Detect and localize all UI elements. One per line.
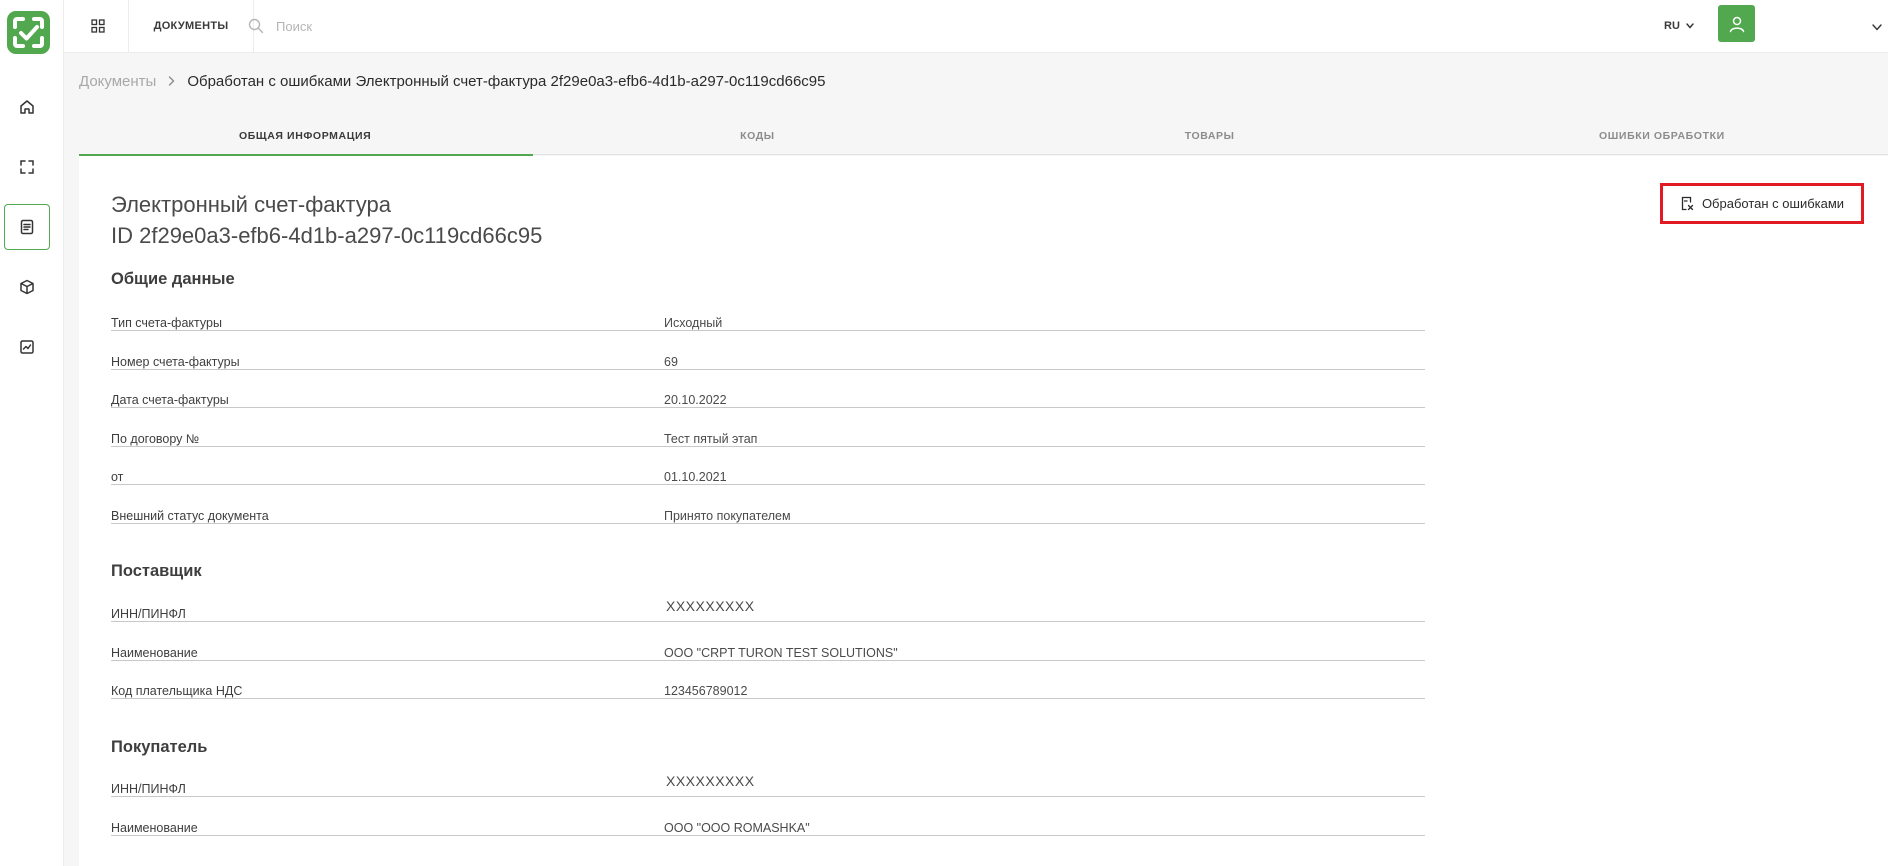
field-label: Внешний статус документа xyxy=(111,509,269,523)
logo[interactable] xyxy=(7,11,50,54)
chevron-down-icon xyxy=(1686,23,1694,29)
field-label: Наименование xyxy=(111,646,198,660)
logo-mark-icon xyxy=(13,17,44,48)
section-label: ДОКУМЕНТЫ xyxy=(128,0,254,52)
field-row: ИНН/ПИНФЛ XXXXXXXXX xyxy=(111,598,1425,622)
language-selector[interactable]: RU xyxy=(1664,16,1694,36)
field-row: ИНН/ПИНФЛ XXXXXXXXX xyxy=(111,773,1425,797)
field-row: По договору № Тест пятый этап xyxy=(111,425,1425,447)
chevron-right-icon xyxy=(168,76,175,86)
search-bar xyxy=(248,12,708,40)
document-card: Электронный счет-фактура ID 2f29e0a3-efb… xyxy=(79,156,1888,866)
document-error-icon xyxy=(1681,196,1694,211)
field-row: Код плательщика НДС 123456789012 xyxy=(111,677,1425,699)
section-title-buyer: Покупатель xyxy=(111,738,208,756)
sidebar-item-home[interactable] xyxy=(4,84,50,130)
field-label: Наименование xyxy=(111,821,198,835)
tab-codes[interactable]: КОДЫ xyxy=(531,116,983,155)
field-row: Номер счета-фактуры 69 xyxy=(111,348,1425,370)
box-icon xyxy=(20,279,34,295)
field-value: XXXXXXXXX xyxy=(666,773,755,789)
field-value: XXXXXXXXX xyxy=(666,598,755,614)
breadcrumb: Документы Обработан с ошибками Электронн… xyxy=(79,72,825,90)
sidebar-item-documents[interactable] xyxy=(4,204,50,250)
grid-icon xyxy=(91,19,105,33)
search-icon xyxy=(248,18,264,34)
language-label: RU xyxy=(1664,20,1680,32)
search-input[interactable] xyxy=(276,18,676,34)
field-value: Принято покупателем xyxy=(664,509,791,523)
tab-goods[interactable]: ТОВАРЫ xyxy=(984,116,1436,155)
chart-icon xyxy=(20,340,34,354)
tab-processing-errors[interactable]: ОШИБКИ ОБРАБОТКИ xyxy=(1436,116,1888,155)
field-value: 01.10.2021 xyxy=(664,470,727,484)
field-value: ООО "CRPT TURON TEST SOLUTIONS" xyxy=(664,646,898,660)
field-label: ИНН/ПИНФЛ xyxy=(111,607,186,621)
field-label: от xyxy=(111,470,124,484)
field-label: Номер счета-фактуры xyxy=(111,355,240,369)
section-title-general: Общие данные xyxy=(111,270,235,288)
field-label: Код плательщика НДС xyxy=(111,684,243,698)
field-label: Дата счета-фактуры xyxy=(111,393,229,407)
scan-icon xyxy=(20,160,34,174)
home-icon xyxy=(20,100,34,114)
user-menu-toggle[interactable] xyxy=(1872,18,1882,36)
tabs: ОБЩАЯ ИНФОРМАЦИЯ КОДЫ ТОВАРЫ ОШИБКИ ОБРА… xyxy=(79,116,1888,156)
section-title-supplier: Поставщик xyxy=(111,562,202,580)
sidebar-item-products[interactable] xyxy=(4,264,50,310)
apps-button[interactable] xyxy=(84,12,112,40)
sidebar xyxy=(0,0,64,866)
avatar[interactable] xyxy=(1718,5,1755,42)
document-icon xyxy=(20,219,34,235)
field-label: Тип счета-фактуры xyxy=(111,316,222,330)
field-row: от 01.10.2021 xyxy=(111,463,1425,485)
field-label: ИНН/ПИНФЛ xyxy=(111,782,186,796)
document-id: ID 2f29e0a3-efb6-4d1b-a297-0c119cd66c95 xyxy=(111,223,543,248)
sidebar-item-scan[interactable] xyxy=(4,144,50,190)
document-title: Электронный счет-фактура xyxy=(111,192,391,217)
breadcrumb-documents-link[interactable]: Документы xyxy=(79,73,156,90)
chevron-down-icon xyxy=(1872,24,1882,31)
field-value: 123456789012 xyxy=(664,684,748,698)
field-value: Исходный xyxy=(664,316,723,330)
field-row: Наименование ООО "CRPT TURON TEST SOLUTI… xyxy=(111,639,1425,661)
field-value: Тест пятый этап xyxy=(664,432,758,446)
status-label: Обработан с ошибками xyxy=(1701,196,1845,211)
field-row: Тип счета-фактуры Исходный xyxy=(111,309,1425,331)
field-value: 69 xyxy=(664,355,678,369)
user-icon xyxy=(1729,16,1744,32)
field-row: Дата счета-фактуры 20.10.2022 xyxy=(111,386,1425,408)
field-label: По договору № xyxy=(111,432,200,446)
topbar: ДОКУМЕНТЫ RU xyxy=(64,0,1888,53)
status-button[interactable]: Обработан с ошибками xyxy=(1660,183,1864,224)
field-row: Внешний статус документа Принято покупат… xyxy=(111,502,1425,524)
field-value: ООО "ООО ROMASHKA" xyxy=(664,821,810,835)
tab-general-info[interactable]: ОБЩАЯ ИНФОРМАЦИЯ xyxy=(79,116,534,156)
sidebar-item-analytics[interactable] xyxy=(4,324,50,370)
field-value: 20.10.2022 xyxy=(664,393,727,407)
breadcrumb-current: Обработан с ошибками Электронный счет-фа… xyxy=(187,72,826,90)
field-row: Наименование ООО "ООО ROMASHKA" xyxy=(111,814,1425,836)
